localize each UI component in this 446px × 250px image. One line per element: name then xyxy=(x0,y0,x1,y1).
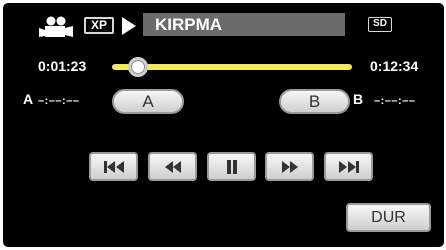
set-point-a-button[interactable]: A xyxy=(112,89,184,114)
point-a-label: A xyxy=(23,91,34,107)
dur-button[interactable]: DUR xyxy=(346,203,431,232)
total-time: 0:12:34 xyxy=(370,58,419,74)
point-b-label: B xyxy=(353,91,364,107)
skip-back-icon xyxy=(103,160,124,173)
skip-forward-icon xyxy=(338,160,359,173)
skip-forward-button[interactable] xyxy=(324,152,373,181)
playback-screen: XP KIRPMA SD 0:01:23 0:12:34 A –:––:–– A… xyxy=(3,3,444,247)
pause-icon xyxy=(226,159,237,174)
rewind-button[interactable] xyxy=(148,152,197,181)
video-camera-icon xyxy=(39,16,73,37)
current-time: 0:01:23 xyxy=(38,58,87,74)
fast-forward-icon xyxy=(281,160,298,173)
point-a-value: –:––:–– xyxy=(38,95,80,107)
quality-badge: XP xyxy=(84,17,114,34)
skip-back-button[interactable] xyxy=(89,152,138,181)
set-point-b-button[interactable]: B xyxy=(279,89,350,114)
seek-handle[interactable] xyxy=(128,57,149,77)
point-b-value: –:––:–– xyxy=(374,95,416,107)
fast-forward-button[interactable] xyxy=(265,152,314,181)
pause-button[interactable] xyxy=(207,152,256,181)
rewind-icon xyxy=(164,160,181,173)
clip-title: KIRPMA xyxy=(143,13,345,36)
play-icon xyxy=(122,17,136,35)
resolution-badge: SD xyxy=(368,17,392,32)
